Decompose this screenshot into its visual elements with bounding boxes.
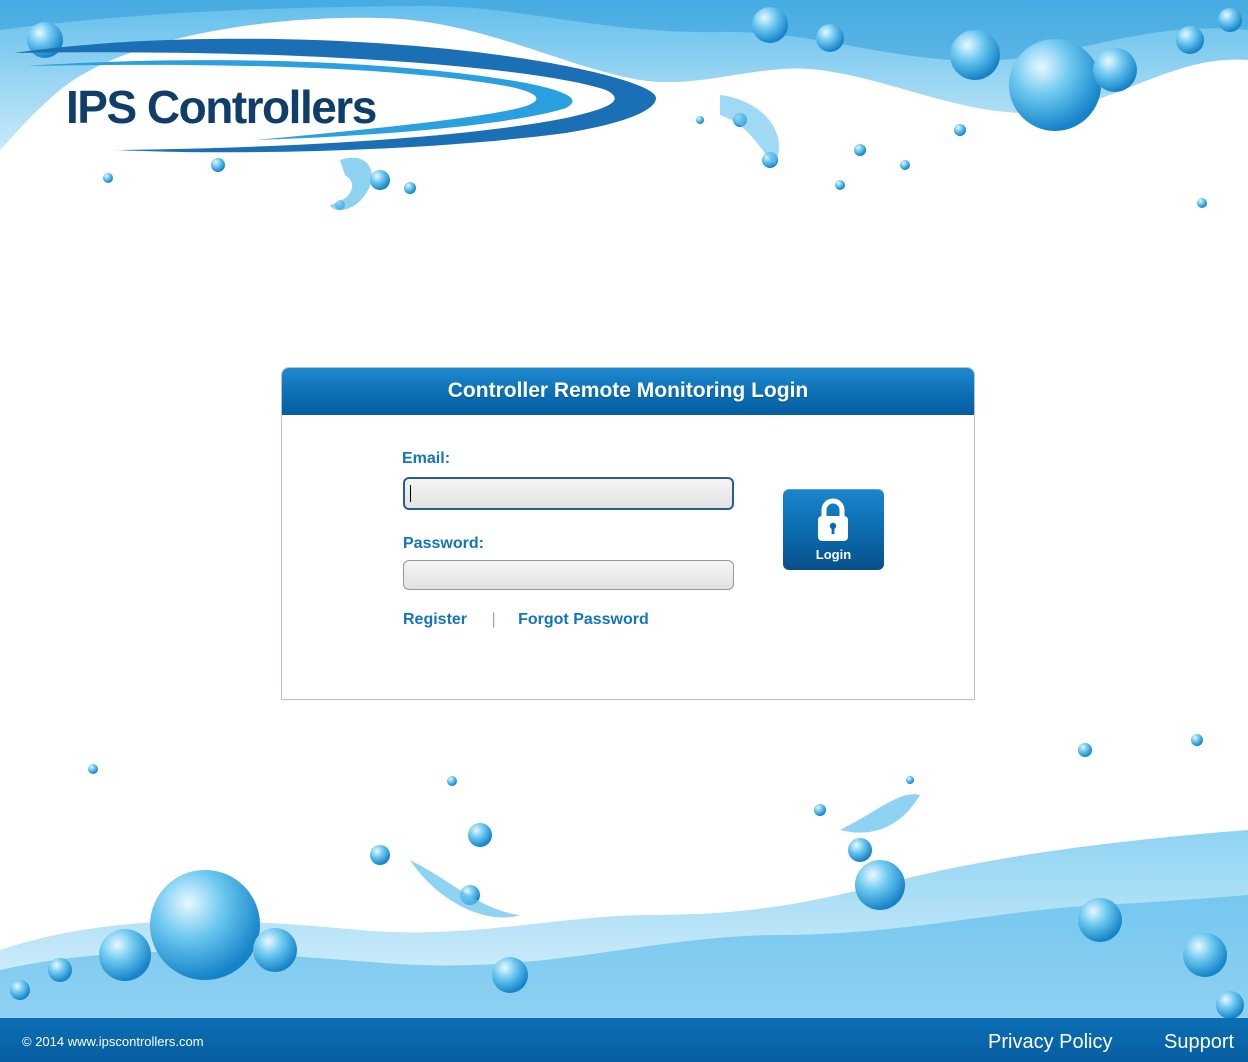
support-link[interactable]: Support bbox=[1164, 1031, 1234, 1054]
text-caret bbox=[410, 485, 411, 502]
logo-text: IPS Controllers bbox=[66, 81, 377, 133]
privacy-policy-link[interactable]: Privacy Policy bbox=[988, 1031, 1112, 1054]
login-links: Register | Forgot Password bbox=[403, 611, 649, 629]
register-link[interactable]: Register bbox=[403, 611, 467, 628]
login-button-label: Login bbox=[815, 547, 852, 562]
email-label: Email: bbox=[402, 450, 451, 467]
copyright-text: © 2014 www.ipscontrollers.com bbox=[22, 1034, 204, 1049]
water-splash-bottom bbox=[0, 734, 1248, 1018]
forgot-password-link[interactable]: Forgot Password bbox=[518, 611, 649, 628]
password-input[interactable] bbox=[403, 560, 734, 590]
email-input[interactable] bbox=[403, 477, 734, 510]
lock-icon bbox=[818, 498, 848, 541]
login-panel: Controller Remote Monitoring Login Email… bbox=[281, 367, 975, 700]
login-panel-title: Controller Remote Monitoring Login bbox=[282, 368, 974, 415]
login-button[interactable]: Login bbox=[783, 489, 884, 570]
password-label: Password: bbox=[403, 535, 484, 552]
link-separator: | bbox=[491, 611, 496, 628]
brand-logo: IPS Controllers bbox=[6, 18, 666, 158]
footer: © 2014 www.ipscontrollers.com Privacy Po… bbox=[0, 1018, 1248, 1062]
